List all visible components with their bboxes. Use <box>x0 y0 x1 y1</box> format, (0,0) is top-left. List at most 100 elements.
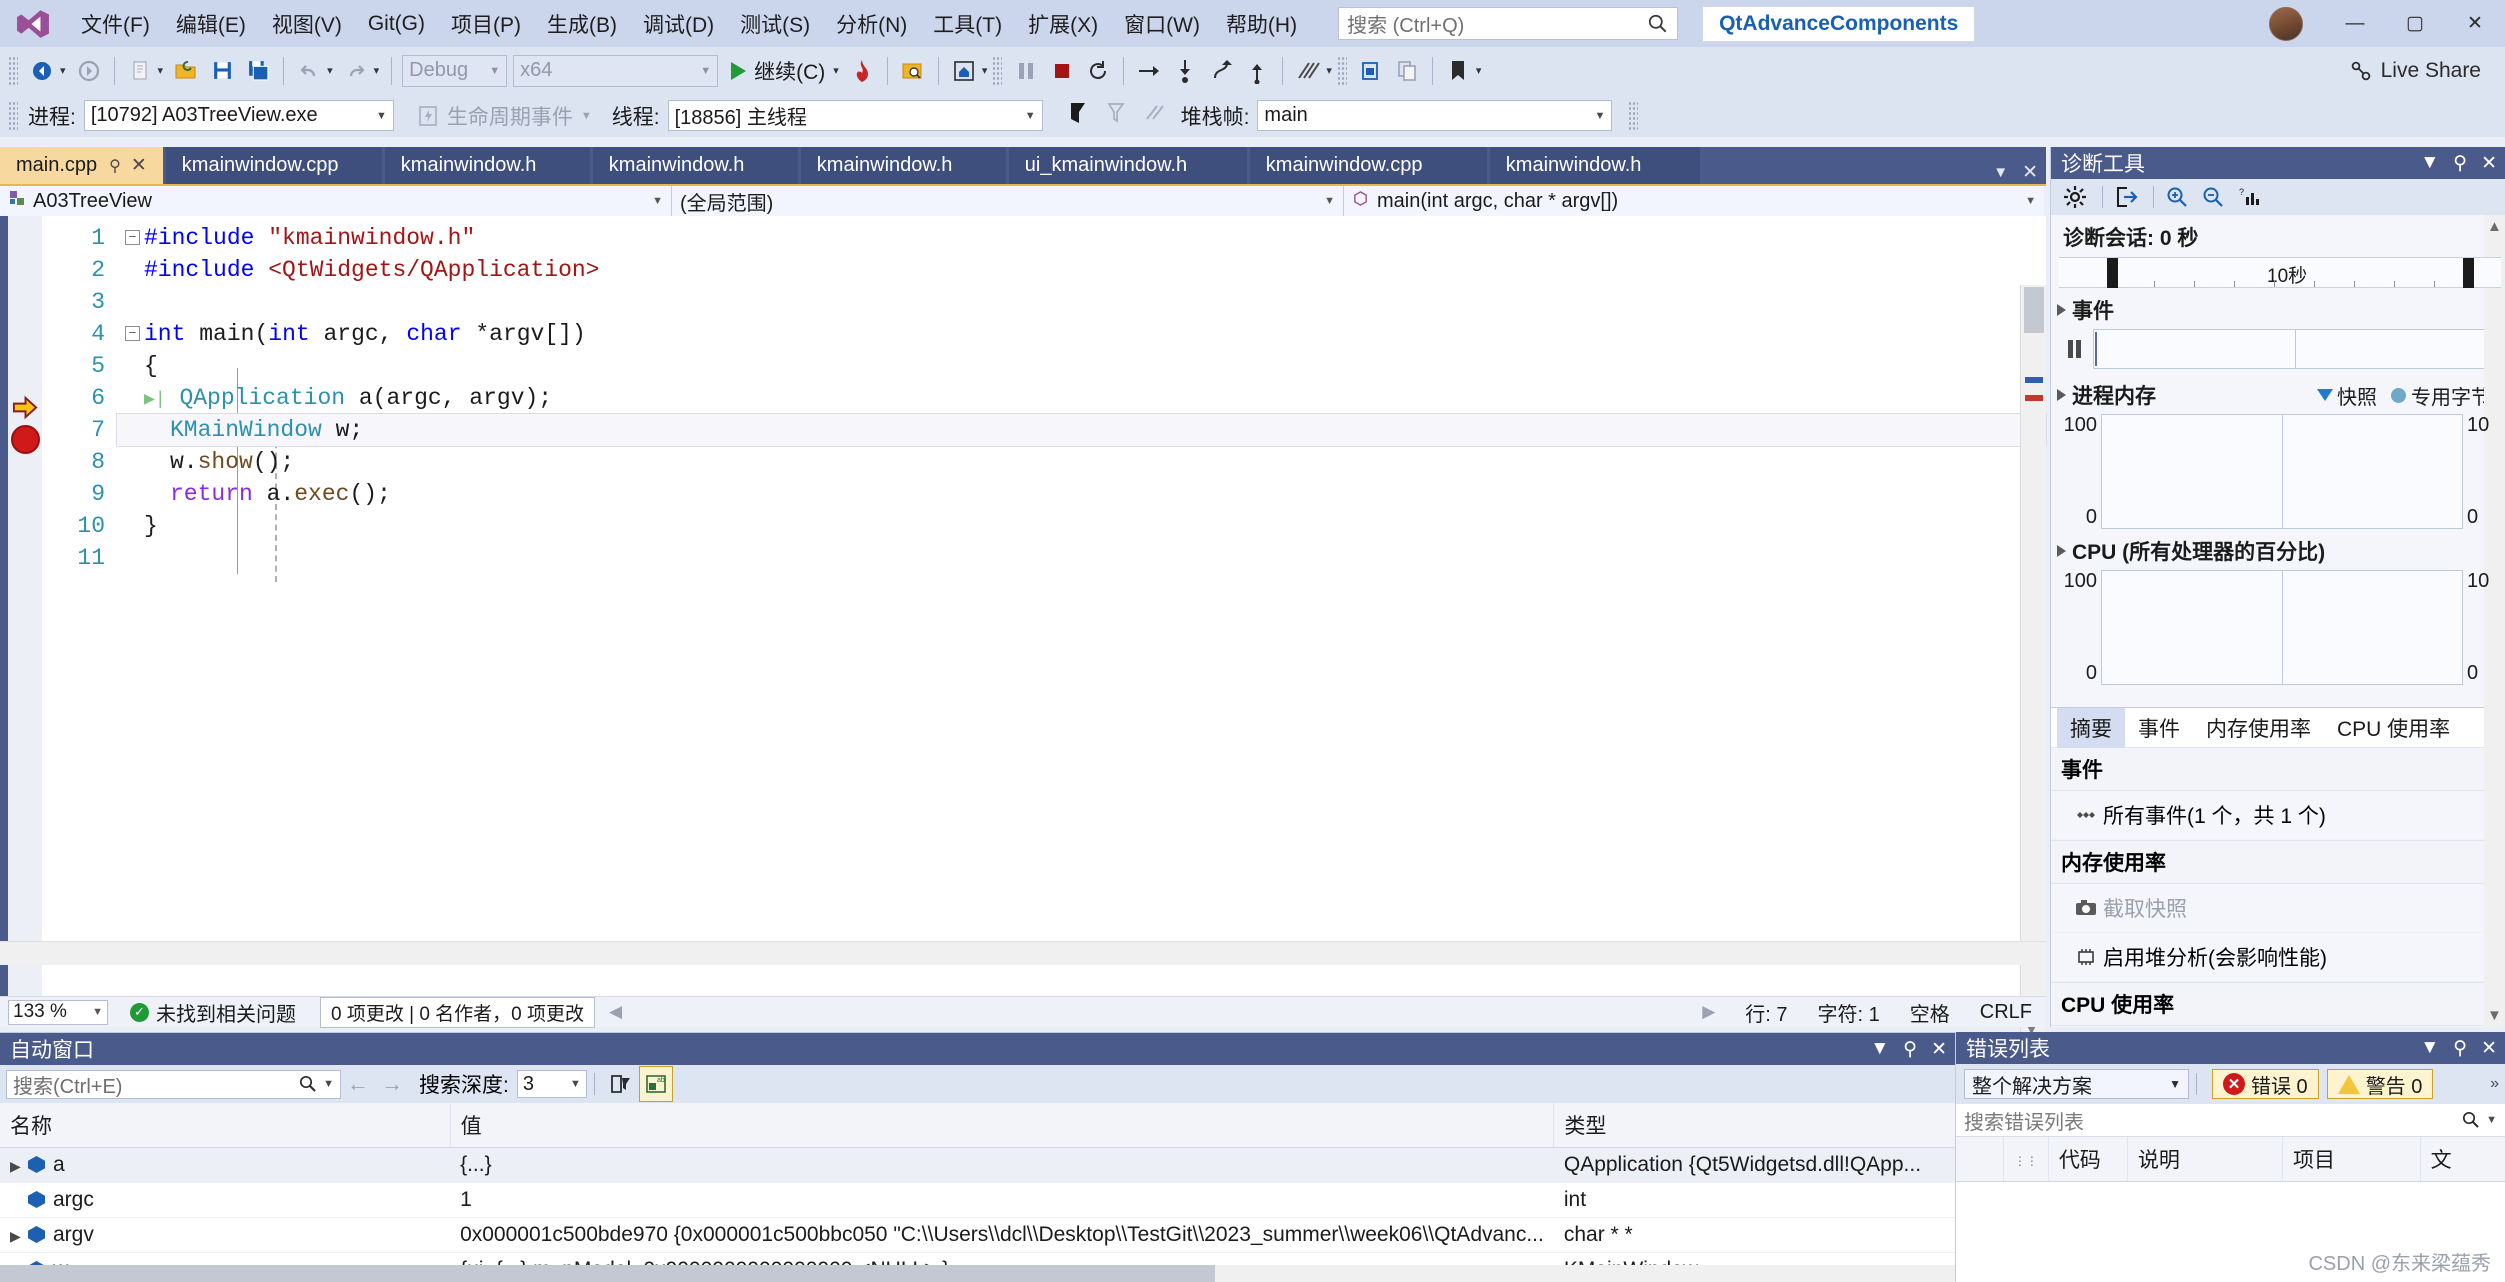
navbar-project-combo[interactable]: A03TreeView ▼ <box>0 186 672 216</box>
open-file-icon[interactable] <box>169 53 203 89</box>
menu-item-extensions[interactable]: 扩展(X) <box>1015 5 1111 43</box>
editor-gutter[interactable] <box>0 216 60 996</box>
tab-cpu-usage[interactable]: CPU 使用率 <box>2324 708 2463 748</box>
indentation-mode[interactable]: 空格 <box>1910 998 1950 1027</box>
toolbar-grip[interactable] <box>8 55 18 86</box>
step-here-icon[interactable]: ▶| <box>144 390 166 410</box>
table-row[interactable]: ▶ a {...} QApplication {Qt5Widgetsd.dll!Q… <box>0 1147 1955 1183</box>
copy-icon[interactable] <box>1390 53 1424 89</box>
process-combo[interactable]: [10792] A03TreeView.exe ▼ <box>83 100 394 131</box>
step-into-icon[interactable] <box>1168 53 1202 89</box>
find-in-files-icon[interactable] <box>896 53 930 89</box>
cpu-graph[interactable] <box>2101 570 2463 685</box>
lifecycle-events-button[interactable]: 生命周期事件 ▼ <box>416 101 592 131</box>
fold-toggle-icon[interactable]: − <box>125 230 140 246</box>
pin-icon[interactable]: ⚲ <box>1903 1038 1917 1061</box>
chevron-down-icon[interactable]: ▼ <box>323 1078 334 1090</box>
panel-menu-icon[interactable]: ▼ <box>1870 1038 1889 1060</box>
autos-cell-value[interactable]: {ui={...} m_pModel=0x0000000000000000 <N… <box>450 1252 1554 1265</box>
error-col-project[interactable]: 项目 <box>2282 1137 2421 1182</box>
table-row[interactable]: ▶w {ui={...} m_pModel=0x0000000000000000… <box>0 1252 1955 1265</box>
autos-cell-value[interactable]: 1 <box>450 1182 1554 1218</box>
memory-graph[interactable] <box>2101 414 2463 529</box>
menu-item-test[interactable]: 测试(S) <box>727 5 823 43</box>
editor-tab-kmainwindow-h-4[interactable]: kmainwindow.h <box>1489 147 1700 184</box>
redo-icon[interactable] <box>339 53 373 89</box>
code-line-11[interactable] <box>117 542 2046 574</box>
error-col-icon[interactable]: ⋮⋮ <box>2003 1137 2049 1182</box>
autos-cell-value[interactable]: {...} <box>450 1147 1554 1183</box>
editor-tab-ui-kmainwindow-h[interactable]: ui_kmainwindow.h <box>1008 147 1247 184</box>
toolbar-grip[interactable] <box>992 55 1003 86</box>
export-icon[interactable] <box>2110 182 2142 212</box>
fold-toggle-icon[interactable]: − <box>125 326 140 342</box>
user-avatar[interactable] <box>2269 6 2303 41</box>
warning-count-chip[interactable]: 警告 0 <box>2326 1069 2434 1099</box>
menu-item-view[interactable]: 视图(V) <box>259 5 355 43</box>
chevron-down-icon[interactable]: ▼ <box>2486 1114 2497 1126</box>
diagnostic-memory-section-header[interactable]: 进程内存 快照 专用字节 <box>2051 373 2505 414</box>
summary-take-snapshot-row[interactable]: 截取快照 <box>2051 884 2505 933</box>
code-lines[interactable]: − #include "kmainwindow.h" #include <QtWi… <box>116 216 2047 996</box>
build-configuration-combo[interactable]: Debug ▼ <box>402 54 508 87</box>
menu-item-build[interactable]: 生成(B) <box>534 5 630 43</box>
expander-icon[interactable]: ▶ <box>10 1228 28 1245</box>
code-line-5[interactable]: { <box>117 350 2046 382</box>
error-count-chip[interactable]: ✕ 错误 0 <box>2212 1069 2319 1099</box>
autos-col-name[interactable]: 名称 <box>0 1103 451 1148</box>
diagnostic-timeline[interactable]: 10秒 <box>2059 257 2501 288</box>
autos-cell-name[interactable]: argc <box>0 1182 451 1218</box>
continue-dropdown-icon[interactable]: ▾ <box>833 64 839 77</box>
code-line-9[interactable]: return a.exec(); <box>117 478 2046 510</box>
code-line-8[interactable]: w.show(); <box>117 446 2046 478</box>
editor-tab-kmainwindow-cpp-2[interactable]: kmainwindow.cpp <box>1249 147 1487 184</box>
events-graph[interactable] <box>2093 329 2497 369</box>
zoom-out-icon[interactable] <box>2197 182 2229 212</box>
menu-item-project[interactable]: 项目(P) <box>438 5 534 43</box>
code-line-1[interactable]: − #include "kmainwindow.h" <box>117 222 2046 254</box>
menu-item-help[interactable]: 帮助(H) <box>1213 5 1310 43</box>
code-editor[interactable]: 1 2 3 4 5 6 7 8 9 10 11 − #include "kmain… <box>0 216 2047 1065</box>
save-all-icon[interactable] <box>241 53 275 89</box>
summary-all-events-row[interactable]: 所有事件(1 个，共 1 个) <box>2051 791 2505 840</box>
autos-col-type[interactable]: 类型 <box>1553 1103 1955 1148</box>
restart-icon[interactable] <box>1081 53 1115 89</box>
undo-dropdown-icon[interactable]: ▾ <box>327 64 333 77</box>
search-depth-combo[interactable]: 3 ▼ <box>516 1070 587 1098</box>
gutter-breakpoint-margin[interactable] <box>8 216 42 996</box>
bookmark-icon[interactable] <box>1441 53 1475 89</box>
stackframe-combo[interactable]: main ▼ <box>1257 100 1613 131</box>
tab-list-icon[interactable]: ▼ <box>1993 164 2008 181</box>
autos-cell-name[interactable]: ▶w <box>0 1252 451 1265</box>
close-icon[interactable]: ✕ <box>131 154 147 177</box>
zoom-level-combo[interactable]: 133 % ▼ <box>8 999 108 1025</box>
editor-tab-kmainwindow-cpp-1[interactable]: kmainwindow.cpp <box>165 147 382 184</box>
diagnostic-events-section-header[interactable]: 事件 <box>2051 288 2505 329</box>
window-icon[interactable] <box>1354 53 1388 89</box>
diff-icon[interactable] <box>1291 53 1325 89</box>
scroll-down-icon[interactable]: ▼ <box>2487 1007 2502 1024</box>
expander-icon[interactable]: ▶ <box>10 1158 28 1175</box>
live-share-button[interactable]: Live Share <box>2349 59 2481 83</box>
close-icon[interactable]: ✕ <box>2481 1037 2497 1060</box>
code-line-10[interactable]: } <box>117 510 2046 542</box>
pin-icon[interactable]: ⚲ <box>2453 152 2467 175</box>
zoom-in-icon[interactable] <box>2161 182 2193 212</box>
scroll-up-icon[interactable]: ▲ <box>2487 218 2502 235</box>
navbar-scope-combo[interactable]: (全局范围) ▼ <box>672 186 1344 216</box>
autos-col-value[interactable]: 值 <box>450 1103 1555 1148</box>
redo-dropdown-icon[interactable]: ▾ <box>374 64 380 77</box>
editor-tab-main-cpp[interactable]: main.cpp ⚲ ✕ <box>0 147 163 184</box>
diff-dropdown-icon[interactable]: ▾ <box>1326 64 1332 77</box>
nav-back-dropdown-icon[interactable]: ▾ <box>60 64 66 77</box>
menu-item-analyze[interactable]: 分析(N) <box>823 5 920 43</box>
autos-cell-name[interactable]: ▶ argv <box>0 1217 451 1253</box>
tab-events[interactable]: 事件 <box>2125 708 2193 748</box>
error-scope-combo[interactable]: 整个解决方案 ▼ <box>1964 1069 2189 1099</box>
editor-horizontal-scrollbar[interactable] <box>0 941 2046 965</box>
autos-search-input[interactable]: 搜索(Ctrl+E) ▼ <box>6 1069 341 1099</box>
step-out-icon[interactable] <box>1204 53 1238 89</box>
close-button[interactable]: ✕ <box>2445 1 2505 47</box>
diagnostic-cpu-section-header[interactable]: CPU (所有处理器的百分比) <box>2051 529 2505 570</box>
issues-status[interactable]: ✓ 未找到相关问题 <box>130 998 296 1027</box>
